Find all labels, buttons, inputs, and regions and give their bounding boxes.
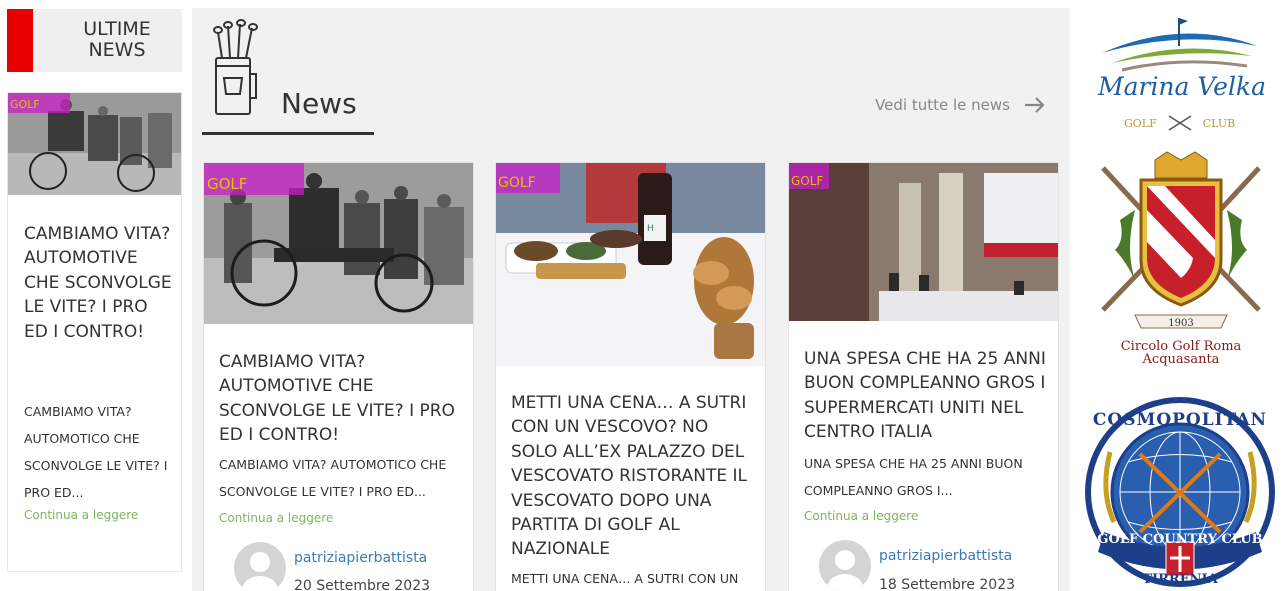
acquasanta-name-line2: Acquasanta <box>1142 352 1220 367</box>
marina-velka-logo[interactable]: Marina Velka GOLF CLUB <box>1082 8 1282 138</box>
read-more-link[interactable]: Continua a leggere <box>804 509 918 523</box>
section-title-underline <box>202 132 374 135</box>
news-card[interactable]: GOLF CAMBIAMO VITA? AUTOMOTIVE CHE SCONV… <box>203 162 474 591</box>
ultime-news-accent <box>7 9 33 72</box>
news-card-title[interactable]: UNA SPESA CHE HA 25 ANNI BUON COMPLEANNO… <box>804 347 1049 445</box>
all-news-label[interactable]: Vedi tutte le news <box>875 96 1010 114</box>
news-card[interactable]: H GOLF METTI UNA CENA… A SUTRI CON UN VE… <box>495 162 766 591</box>
acquasanta-logo[interactable]: 1903 Circolo Golf Roma Acquasanta <box>1095 150 1267 375</box>
news-card[interactable]: GOLF UNA SPESA CHE HA 25 ANNI BUON COMPL… <box>788 162 1059 591</box>
news-card-title[interactable]: CAMBIAMO VITA? AUTOMOTIVE CHE SCONVOLGE … <box>219 350 464 448</box>
sidebar-read-more-link[interactable]: Continua a leggere <box>24 508 138 522</box>
news-card-image[interactable]: GOLF <box>789 163 1058 321</box>
cosmopolitan-band-text: GOLF COUNTRY CLUB <box>1097 532 1263 547</box>
cosmopolitan-logo[interactable]: COSMOPOLITAN GOLF COUNTRY CLUB TIRRENIA <box>1080 392 1280 591</box>
cosmopolitan-bottom-text: TIRRENIA <box>1142 572 1218 587</box>
post-date: 18 Settembre 2023 <box>879 577 1016 591</box>
marina-velka-club: CLUB <box>1202 116 1236 130</box>
arrow-right-icon[interactable] <box>1024 97 1046 113</box>
sidebar-news-excerpt: CAMBIAMO VITA? AUTOMOTICO CHE SCONVOLGE … <box>24 404 168 500</box>
ultime-news-header: ULTIME NEWS <box>7 9 182 72</box>
sidebar-news-card[interactable]: GOLF CAMBIAMO VITA? AUTOMOTIVE CHE SCONV… <box>7 92 182 572</box>
acquasanta-crest-icon <box>1101 151 1261 329</box>
news-card-image[interactable]: GOLF <box>204 163 473 324</box>
author-name[interactable]: patriziapierbattista <box>294 550 427 566</box>
news-card-image[interactable]: H GOLF <box>496 163 765 366</box>
crossed-clubs-icon <box>1168 115 1192 131</box>
svg-text:GOLF: GOLF <box>10 98 40 111</box>
author-avatar[interactable] <box>234 542 286 591</box>
marina-velka-name: Marina Velka <box>1097 72 1266 101</box>
news-section: News Vedi tutte le news GOLF CAMBIAMO VI… <box>192 8 1070 591</box>
author-name[interactable]: patriziapierbattista <box>879 548 1012 564</box>
acquasanta-year: 1903 <box>1168 318 1194 329</box>
ultime-news-label: ULTIME NEWS <box>83 18 151 61</box>
news-card-excerpt: UNA SPESA CHE HA 25 ANNI BUON COMPLEANNO… <box>804 456 1023 498</box>
post-date: 20 Settembre 2023 <box>294 578 431 591</box>
author-avatar[interactable] <box>819 540 871 591</box>
svg-text:GOLF: GOLF <box>498 175 536 191</box>
svg-text:GOLF: GOLF <box>207 175 247 193</box>
svg-text:H: H <box>647 224 654 234</box>
news-card-excerpt: CAMBIAMO VITA? AUTOMOTICO CHE SCONVOLGE … <box>219 457 447 499</box>
news-card-excerpt: METTI UNA CENA… A SUTRI CON UN <box>511 571 739 586</box>
sidebar-news-image[interactable]: GOLF <box>8 93 181 195</box>
all-news-link[interactable]: Vedi tutte le news <box>875 96 1046 114</box>
sidebar-news-title[interactable]: CAMBIAMO VITA? AUTOMOTIVE CHE SCONVOLGE … <box>24 222 174 344</box>
marina-velka-golf: GOLF <box>1124 116 1157 130</box>
read-more-link[interactable]: Continua a leggere <box>219 511 333 525</box>
marina-velka-subtitle: GOLF CLUB <box>1124 114 1235 132</box>
cosmopolitan-top-text: COSMOPOLITAN <box>1092 410 1268 430</box>
news-card-title[interactable]: METTI UNA CENA… A SUTRI CON UN VESCOVO? … <box>511 391 756 562</box>
svg-text:GOLF: GOLF <box>791 174 823 188</box>
golf-bag-icon <box>213 19 258 115</box>
section-title: News <box>281 87 357 120</box>
